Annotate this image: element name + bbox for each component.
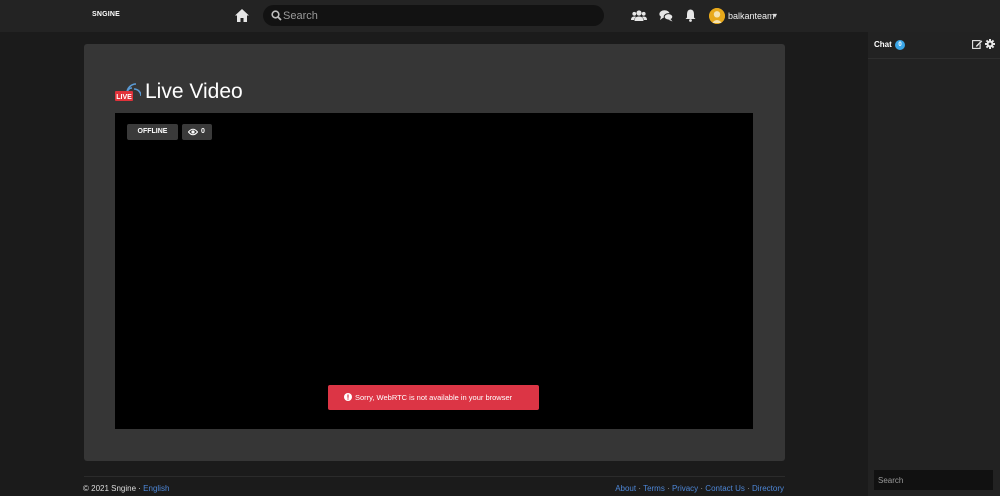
footer-link-directory[interactable]: Directory [752,484,784,493]
viewers-badge: 0 [182,124,212,140]
chat-header: Chat 0 [868,32,1000,59]
live-icon: LIVE [115,83,141,101]
error-alert: Sorry, WebRTC is not available in your b… [328,385,539,410]
chevron-down-icon: ▾ [773,11,778,20]
footer-link-about[interactable]: About [615,484,636,493]
top-navbar: SNGINE balka [0,0,1000,32]
search-input[interactable] [283,5,583,26]
chat-search-input[interactable] [874,470,993,490]
site-logo[interactable]: SNGINE [92,11,120,18]
footer-separator: · [744,484,752,493]
avatar [709,8,725,24]
search-box[interactable] [263,5,604,26]
viewers-count: 0 [201,128,205,135]
footer-links: About · Terms · Privacy · Contact Us · D… [615,484,784,493]
chat-online-count: 0 [895,40,905,50]
gear-icon[interactable] [985,39,995,49]
messages-icon[interactable] [659,9,673,22]
alert-text: Sorry, WebRTC is not available in your b… [355,393,513,402]
footer-link-terms[interactable]: Terms [643,484,665,493]
footer-divider [84,476,785,477]
notifications-icon[interactable] [685,9,696,22]
home-icon[interactable] [235,9,249,22]
edit-icon[interactable] [972,39,983,49]
status-badge: OFFLINE [127,124,178,140]
exclamation-circle-icon [344,393,352,401]
footer-copyright: © 2021 Sngine · English [83,484,169,493]
footer-separator: · [664,484,672,493]
live-video-card: LIVE Live Video OFFLINE 0 Sorry, WebRTC … [84,44,785,461]
page-title: Live Video [145,80,243,103]
friends-icon[interactable] [631,9,647,22]
eye-icon [188,128,198,136]
language-link[interactable]: English [143,484,169,493]
svg-text:LIVE: LIVE [116,94,132,101]
copyright-text: © 2021 Sngine · [83,484,144,493]
video-player[interactable]: OFFLINE 0 Sorry, WebRTC is not available… [115,113,753,429]
avatar-image [709,8,725,24]
chat-sidebar: Chat 0 [868,32,1000,496]
search-icon [271,10,282,21]
footer-link-contact[interactable]: Contact Us [705,484,745,493]
user-name: balkanteam [728,11,775,21]
chat-title: Chat [874,40,892,49]
footer-link-privacy[interactable]: Privacy [672,484,698,493]
